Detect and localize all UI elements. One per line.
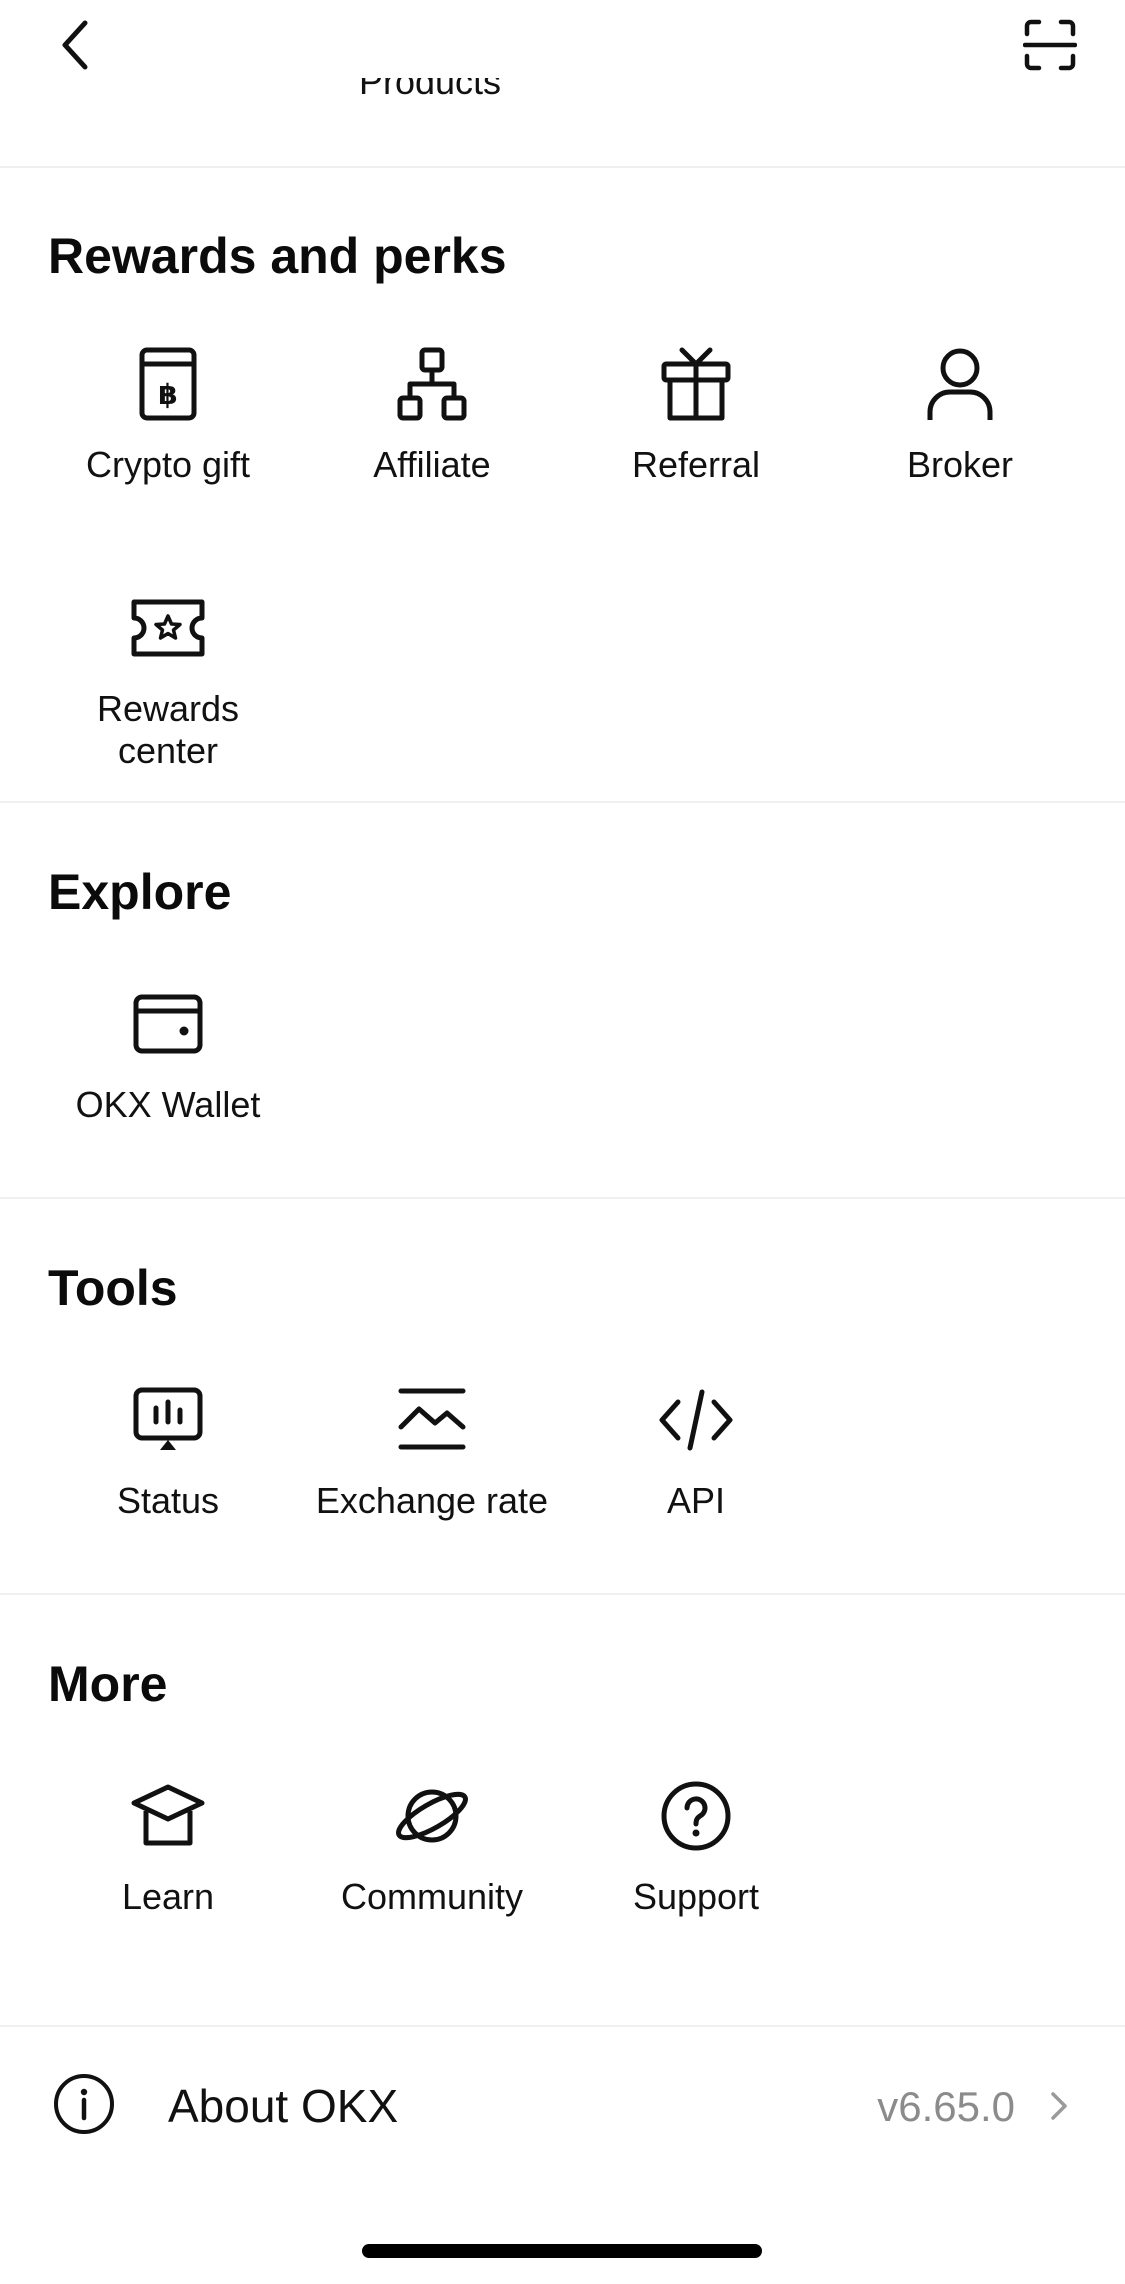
tile-exchange-rate[interactable]: Exchange rate <box>300 1380 564 1522</box>
tile-label: Community <box>340 1876 524 1917</box>
tile-label: Support <box>632 1876 760 1917</box>
tile-label: Rewards center <box>96 688 240 771</box>
home-indicator[interactable] <box>362 2244 762 2258</box>
tile-label: Exchange rate <box>315 1480 549 1521</box>
tile-label: Referral <box>631 444 761 485</box>
planet-icon <box>396 1789 468 1843</box>
tile-label: Learn <box>121 1876 215 1917</box>
tile-crypto-gift[interactable]: ฿ Crypto gift <box>36 344 300 486</box>
ticket-icon <box>131 599 205 657</box>
status-icon <box>133 1387 203 1450</box>
tile-label: Status <box>116 1480 220 1521</box>
tile-label: OKX Wallet <box>75 1084 261 1125</box>
affiliate-icon <box>397 347 467 421</box>
about-okx-row[interactable]: About OKX v6.65.0 <box>0 2030 1125 2180</box>
top-bar: Products <box>0 0 1125 168</box>
tile-api[interactable]: API <box>564 1380 828 1522</box>
help-icon <box>661 1781 731 1851</box>
divider <box>0 1197 1125 1199</box>
wallet-icon <box>133 994 203 1054</box>
crypto-gift-icon: ฿ <box>139 347 197 421</box>
tile-label: Crypto gift <box>85 444 251 485</box>
tile-label: API <box>666 1480 726 1521</box>
tile-support[interactable]: Support <box>564 1776 828 1918</box>
about-label: About OKX <box>168 2080 399 2132</box>
tile-status[interactable]: Status <box>36 1380 300 1522</box>
divider <box>0 2025 1125 2027</box>
scan-icon <box>1023 19 1077 71</box>
tile-community[interactable]: Community <box>300 1776 564 1918</box>
tile-learn[interactable]: Learn <box>36 1776 300 1918</box>
exchange-rate-icon <box>398 1388 466 1450</box>
chevron-left-icon <box>62 20 88 70</box>
svg-text:฿: ฿ <box>158 378 177 411</box>
tile-broker[interactable]: Broker <box>828 344 1092 486</box>
scan-button[interactable] <box>1015 10 1085 80</box>
divider <box>0 166 1125 168</box>
tile-rewards-center[interactable]: Rewards center <box>36 588 300 772</box>
divider <box>0 801 1125 803</box>
section-title-tools: Tools <box>48 1260 178 1316</box>
tile-label: Broker <box>906 444 1014 485</box>
menu-screen: Products Rewards and perks ฿ Crypto gift <box>0 0 1125 2284</box>
user-icon <box>927 348 993 420</box>
section-title-rewards: Rewards and perks <box>48 228 507 284</box>
tile-affiliate[interactable]: Affiliate <box>300 344 564 486</box>
tile-okx-wallet[interactable]: OKX Wallet <box>36 984 300 1126</box>
back-button[interactable] <box>40 10 110 80</box>
tile-label: Affiliate <box>373 444 491 485</box>
chevron-right-icon <box>1051 2092 1067 2120</box>
info-icon <box>54 2074 114 2134</box>
divider <box>0 1593 1125 1595</box>
gift-icon <box>661 347 731 421</box>
section-title-explore: Explore <box>48 864 232 920</box>
products-label-partial: Products <box>358 78 502 102</box>
tile-referral[interactable]: Referral <box>564 344 828 486</box>
code-icon <box>659 1389 733 1451</box>
version-text: v6.65.0 <box>877 2083 1015 2130</box>
graduation-cap-icon <box>131 1784 205 1846</box>
section-title-more: More <box>48 1656 168 1712</box>
